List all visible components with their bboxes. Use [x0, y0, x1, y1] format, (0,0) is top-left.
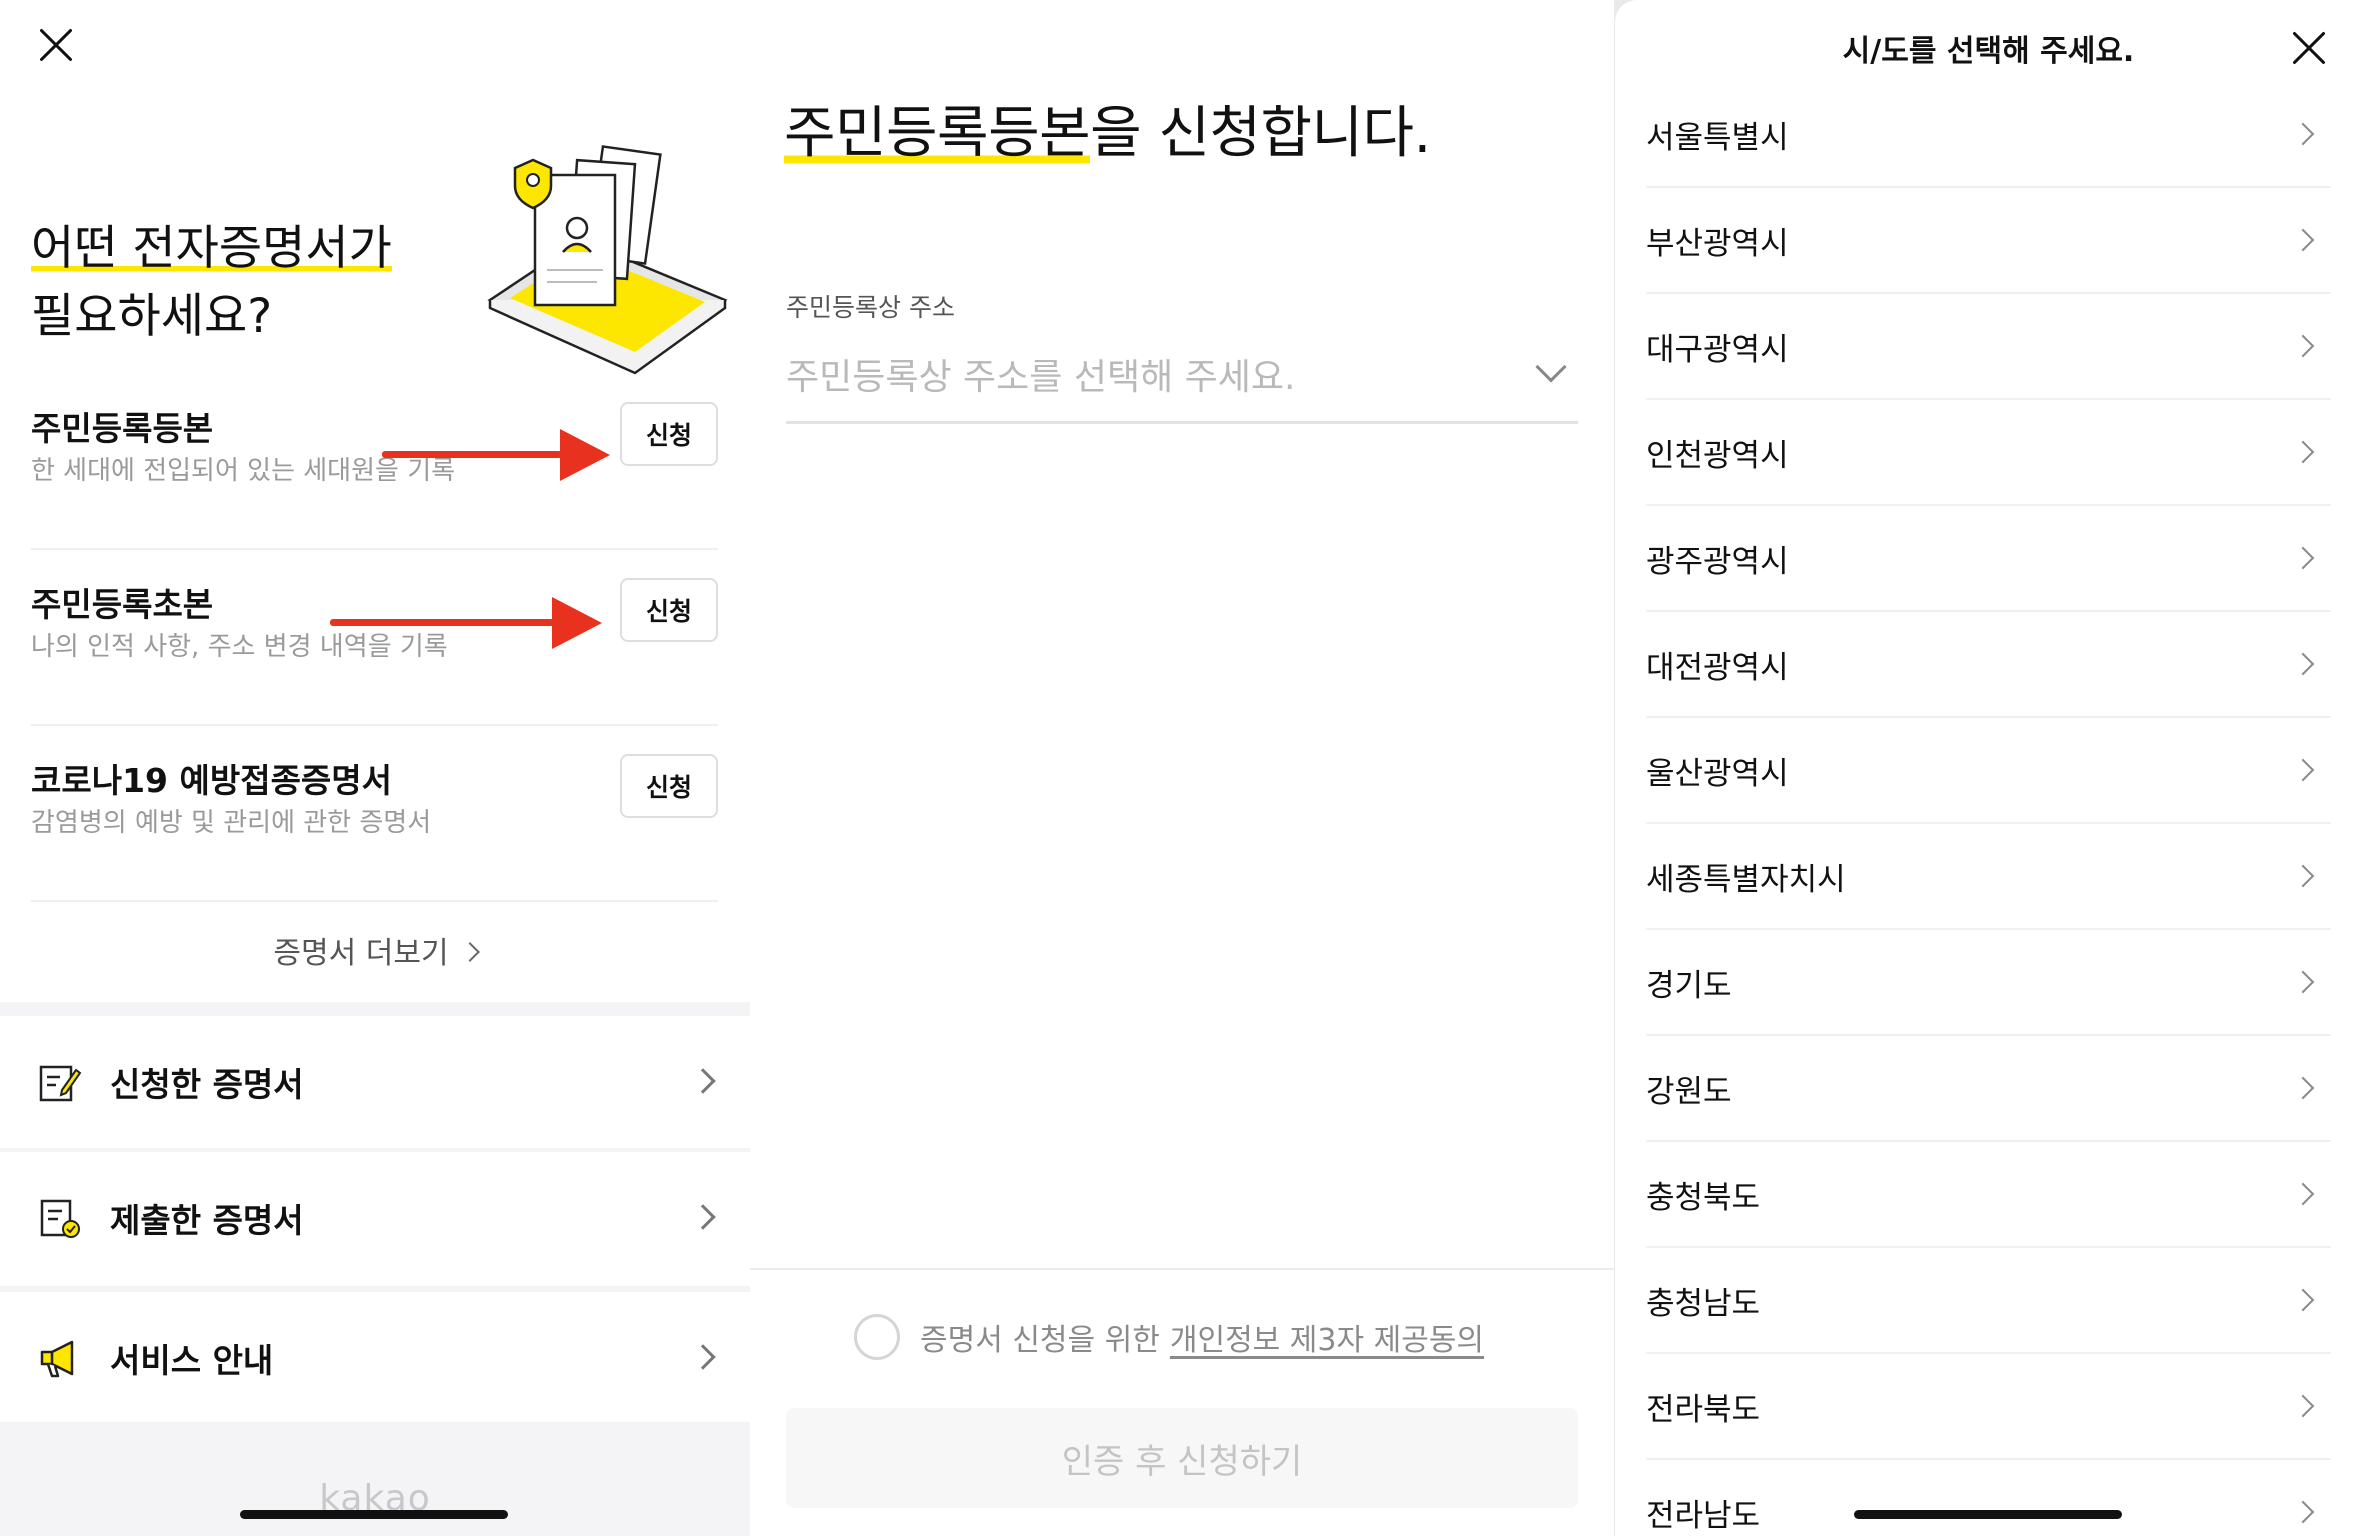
menu-service-guide[interactable]: 서비스 안내: [0, 1292, 750, 1422]
megaphone-icon: [40, 1340, 74, 1378]
chevron-right-icon: [2291, 1288, 2315, 1312]
region-label: 울산광역시: [1646, 756, 1789, 792]
title-rest: 을 신청합니다.: [1090, 101, 1431, 166]
region-label: 서울특별시: [1646, 120, 1789, 156]
page-heading: 어떤 전자증명서가 필요하세요?: [31, 215, 392, 351]
consent-text: 증명서 신청을 위한: [920, 1323, 1160, 1358]
region-bottom-sheet: 시/도를 선택해 주세요. 서울특별시 부산광역시 대구광역시 인천광역시 광주…: [1615, 0, 2362, 1536]
region-label: 전라남도: [1646, 1498, 1761, 1534]
region-item[interactable]: 세종특별자치시: [1646, 824, 2331, 930]
cert-row-covid19-vaccination: 코로나19 예방접종증명서 감염병의 예방 및 관리에 관한 증명서 신청: [31, 726, 718, 902]
region-label: 강원도: [1646, 1074, 1732, 1110]
region-item[interactable]: 경기도: [1646, 930, 2331, 1036]
close-icon[interactable]: [36, 25, 76, 65]
heading-line-1: 어떤 전자증명서가: [31, 221, 392, 276]
region-item[interactable]: 서울특별시: [1646, 82, 2331, 188]
region-item[interactable]: 전라남도: [1646, 1460, 2331, 1536]
menu-applied-certificates[interactable]: 신청한 증명서: [0, 1016, 750, 1148]
chevron-right-icon: [2291, 334, 2315, 358]
region-label: 인천광역시: [1646, 438, 1789, 474]
apply-button[interactable]: 신청: [620, 754, 718, 818]
chevron-right-icon: [2291, 652, 2315, 676]
region-label: 대구광역시: [1646, 332, 1789, 368]
home-indicator: [1854, 1510, 2122, 1519]
chevron-right-icon: [2291, 1394, 2315, 1418]
region-label: 전라북도: [1646, 1392, 1761, 1428]
chevron-right-icon: [459, 942, 480, 962]
chevron-right-icon: [2291, 864, 2315, 888]
cert-description: 감염병의 예방 및 관리에 관한 증명서: [31, 808, 432, 838]
address-placeholder: 주민등록상 주소를 선택해 주세요.: [786, 357, 1296, 398]
region-item[interactable]: 강원도: [1646, 1036, 2331, 1142]
chevron-right-icon: [2291, 546, 2315, 570]
chevron-right-icon: [690, 1068, 716, 1094]
authenticate-submit-button[interactable]: 인증 후 신청하기: [786, 1408, 1578, 1508]
chevron-right-icon: [690, 1204, 716, 1230]
chevron-right-icon: [2291, 758, 2315, 782]
region-item[interactable]: 충청남도: [1646, 1248, 2331, 1354]
heading-line-2: 필요하세요?: [31, 289, 273, 344]
region-label: 경기도: [1646, 968, 1732, 1004]
consent-radio[interactable]: [854, 1314, 900, 1360]
region-label: 세종특별자치시: [1646, 862, 1846, 898]
cert-title: 코로나19 예방접종증명서: [31, 761, 393, 800]
address-select[interactable]: 주민등록상 주소를 선택해 주세요.: [786, 336, 1578, 424]
cert-title: 주민등록등본: [31, 409, 214, 448]
region-label: 대전광역시: [1646, 650, 1789, 686]
address-field-label: 주민등록상 주소: [786, 293, 955, 322]
sheet-title: 시/도를 선택해 주세요.: [1842, 34, 2135, 69]
red-arrow-annotation: [330, 593, 602, 653]
region-item[interactable]: 울산광역시: [1646, 718, 2331, 824]
cert-title: 주민등록초본: [31, 585, 214, 624]
close-icon[interactable]: [2289, 28, 2329, 68]
menu-submitted-certificates[interactable]: 제출한 증명서: [0, 1152, 750, 1286]
more-certificates-link[interactable]: 증명서 더보기: [0, 928, 750, 972]
chevron-right-icon: [2291, 970, 2315, 994]
region-label: 충청북도: [1646, 1180, 1761, 1216]
chevron-right-icon: [2291, 1076, 2315, 1100]
page-title: 주민등록등본을 신청합니다.: [784, 88, 1431, 169]
chevron-right-icon: [2291, 1500, 2315, 1524]
document-check-icon: [40, 1199, 80, 1238]
menu-label: 서비스 안내: [110, 1341, 274, 1380]
region-label: 충청남도: [1646, 1286, 1761, 1322]
chevron-right-icon: [2291, 440, 2315, 464]
region-item[interactable]: 대구광역시: [1646, 294, 2331, 400]
edit-document-icon: [39, 1065, 82, 1102]
region-item[interactable]: 광주광역시: [1646, 506, 2331, 612]
region-item[interactable]: 인천광역시: [1646, 400, 2331, 506]
cert-row-resident-registration-copy: 주민등록등본 한 세대에 전입되어 있는 세대원을 기록 신청: [31, 374, 718, 550]
section-divider: [0, 1002, 750, 1016]
menu-label: 신청한 증명서: [110, 1065, 304, 1104]
region-select-screen: 시/도를 선택해 주세요. 서울특별시 부산광역시 대구광역시 인천광역시 광주…: [1614, 0, 2362, 1536]
certificate-home-screen: 어떤 전자증명서가 필요하세요? 주민등록등본 한 세대에 전입되어 있는 세대…: [0, 0, 750, 1536]
chevron-right-icon: [2291, 122, 2315, 146]
privacy-consent-link[interactable]: 개인정보 제3자 제공동의: [1170, 1315, 1484, 1359]
chevron-right-icon: [2291, 1182, 2315, 1206]
divider: [750, 1268, 1614, 1270]
application-form-screen: 주민등록등본을 신청합니다. 주민등록상 주소 주민등록상 주소를 선택해 주세…: [750, 0, 1614, 1536]
title-highlight: 주민등록등본: [784, 101, 1091, 166]
region-item[interactable]: 전라북도: [1646, 1354, 2331, 1460]
chevron-right-icon: [2291, 228, 2315, 252]
region-item[interactable]: 대전광역시: [1646, 612, 2331, 718]
home-indicator: [240, 1510, 508, 1519]
region-item[interactable]: 부산광역시: [1646, 188, 2331, 294]
region-label: 부산광역시: [1646, 226, 1789, 262]
region-label: 광주광역시: [1646, 544, 1789, 580]
apply-button[interactable]: 신청: [620, 578, 718, 642]
apply-button[interactable]: 신청: [620, 402, 718, 466]
document-illustration-icon: [487, 145, 728, 375]
chevron-right-icon: [690, 1344, 716, 1370]
consent-row: 증명서 신청을 위한 개인정보 제3자 제공동의: [854, 1312, 1484, 1362]
region-item[interactable]: 충청북도: [1646, 1142, 2331, 1248]
menu-label: 제출한 증명서: [110, 1201, 304, 1240]
red-arrow-annotation: [382, 425, 610, 485]
more-certificates-label: 증명서 더보기: [273, 936, 449, 971]
chevron-down-icon: [1535, 351, 1567, 383]
